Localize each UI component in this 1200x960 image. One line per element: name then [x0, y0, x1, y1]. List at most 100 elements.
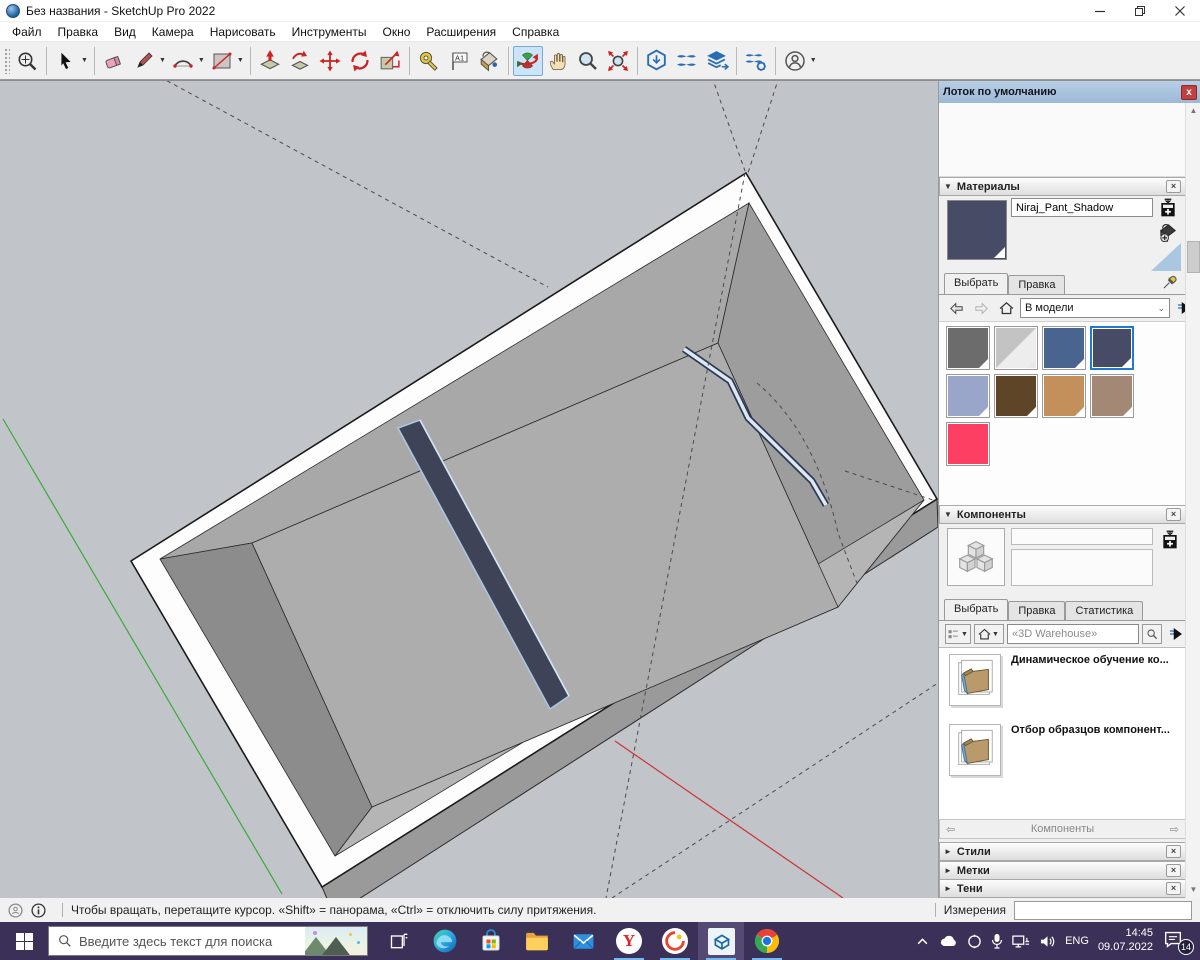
zoom-extents-tool-button[interactable]: [603, 46, 633, 76]
component-item-label[interactable]: Динамическое обучение ко...: [1011, 654, 1183, 706]
forward-arrow-icon[interactable]: [970, 298, 992, 318]
scroll-up-icon[interactable]: ▲: [1186, 103, 1200, 119]
paint-bucket-tool-button[interactable]: [474, 46, 504, 76]
material-swatch[interactable]: [1042, 374, 1086, 418]
collapse-arrow-icon[interactable]: ▼: [944, 182, 952, 191]
shadows-section-header[interactable]: ► Тени ×: [939, 879, 1186, 898]
clock[interactable]: 14:45 09.07.2022: [1098, 927, 1153, 955]
styles-close-icon[interactable]: ×: [1166, 845, 1181, 858]
menu-help[interactable]: Справка: [504, 23, 567, 41]
extension-manager-button[interactable]: [741, 46, 771, 76]
arc-dropdown-arrow[interactable]: ▼: [198, 57, 205, 64]
list-item[interactable]: Динамическое обучение ко...: [949, 654, 1183, 706]
materials-tab-select[interactable]: Выбрать: [944, 273, 1008, 294]
menu-edit[interactable]: Правка: [50, 23, 107, 41]
list-item[interactable]: Отбор образцов компонент...: [949, 724, 1183, 776]
line-tool-button[interactable]: [129, 46, 159, 76]
tags-close-icon[interactable]: ×: [1166, 864, 1181, 877]
taskbar-yandex-browser-icon[interactable]: Y: [606, 922, 652, 960]
view-options-icon[interactable]: ▼: [945, 624, 971, 644]
material-swatch[interactable]: [994, 374, 1038, 418]
material-preview-swatch[interactable]: [947, 200, 1007, 260]
pan-tool-button[interactable]: [543, 46, 573, 76]
menu-draw[interactable]: Нарисовать: [202, 23, 284, 41]
sample-paint-eyedropper-icon[interactable]: [1161, 271, 1181, 291]
details-arrow-icon[interactable]: [1165, 624, 1187, 644]
info-icon[interactable]: [31, 903, 46, 918]
line-dropdown-arrow[interactable]: ▼: [159, 57, 166, 64]
3d-warehouse-button[interactable]: [642, 46, 672, 76]
styles-section-header[interactable]: ► Стили ×: [939, 842, 1186, 861]
microphone-icon[interactable]: [991, 933, 1003, 949]
material-name-input[interactable]: [1011, 198, 1153, 217]
expand-arrow-icon[interactable]: ►: [944, 847, 952, 856]
search-icon[interactable]: [1142, 624, 1162, 644]
scroll-down-icon[interactable]: ▼: [1186, 882, 1200, 898]
components-tab-edit[interactable]: Правка: [1008, 601, 1065, 620]
back-material-swatch[interactable]: [1151, 243, 1181, 271]
materials-close-icon[interactable]: ×: [1166, 180, 1181, 193]
pager-right-icon[interactable]: ⇨: [1170, 823, 1179, 836]
menu-extensions[interactable]: Расширения: [418, 23, 504, 41]
components-section-header[interactable]: ▼ Компоненты ×: [939, 505, 1186, 524]
components-tab-select[interactable]: Выбрать: [944, 599, 1008, 620]
tape-measure-tool-button[interactable]: [414, 46, 444, 76]
component-name-field[interactable]: [1011, 528, 1153, 545]
taskbar-search-box[interactable]: Введите здесь текст для поиска: [48, 926, 368, 956]
expand-arrow-icon[interactable]: ►: [944, 884, 952, 893]
menu-tools[interactable]: Инструменты: [284, 23, 375, 41]
share-model-button[interactable]: [672, 46, 702, 76]
rotate-tool-button[interactable]: [345, 46, 375, 76]
material-swatch[interactable]: [946, 326, 990, 370]
menu-window[interactable]: Окно: [374, 23, 418, 41]
volume-icon[interactable]: [1039, 934, 1056, 949]
account-dropdown-arrow[interactable]: ▼: [810, 57, 817, 64]
start-button[interactable]: [0, 922, 48, 960]
menu-view[interactable]: Вид: [106, 23, 144, 41]
zoom-tool-button[interactable]: [573, 46, 603, 76]
taskbar-edge-icon[interactable]: [422, 922, 468, 960]
set-paint-material-button[interactable]: [1157, 221, 1180, 244]
follow-me-tool-button[interactable]: [285, 46, 315, 76]
network-icon[interactable]: [1012, 934, 1030, 949]
material-swatch[interactable]: [1090, 374, 1134, 418]
material-swatch[interactable]: [994, 326, 1038, 370]
eraser-tool-button[interactable]: [99, 46, 129, 76]
select-dropdown-arrow[interactable]: ▼: [81, 57, 88, 64]
taskbar-mail-icon[interactable]: [560, 922, 606, 960]
folder-icon[interactable]: [949, 654, 1001, 706]
geolocation-icon[interactable]: [8, 903, 23, 918]
tray-close-icon[interactable]: x: [1181, 85, 1197, 100]
component-add-button[interactable]: [1160, 529, 1180, 551]
components-tab-stats[interactable]: Статистика: [1065, 601, 1143, 620]
taskbar-sketchup-icon[interactable]: [698, 922, 744, 960]
close-button[interactable]: [1160, 0, 1200, 21]
action-center-button[interactable]: 14: [1162, 928, 1192, 954]
onedrive-cloud-icon[interactable]: [938, 934, 958, 948]
minimize-button[interactable]: [1080, 0, 1120, 21]
expand-arrow-icon[interactable]: ►: [944, 866, 952, 875]
material-swatch[interactable]: [1042, 326, 1086, 370]
tags-section-header[interactable]: ► Метки ×: [939, 861, 1186, 880]
component-description-field[interactable]: [1011, 549, 1153, 586]
tray-app-icon[interactable]: [967, 934, 982, 949]
material-swatch[interactable]: [946, 374, 990, 418]
toolbar-grip[interactable]: [4, 48, 10, 74]
account-button[interactable]: [780, 46, 810, 76]
model-viewport[interactable]: [0, 81, 938, 898]
shadows-close-icon[interactable]: ×: [1166, 882, 1181, 895]
restore-button[interactable]: [1120, 0, 1160, 21]
menu-camera[interactable]: Камера: [144, 23, 202, 41]
back-arrow-icon[interactable]: [945, 298, 967, 318]
share-component-button[interactable]: [702, 46, 732, 76]
component-preview[interactable]: [947, 528, 1005, 586]
orbit-tool-button[interactable]: [513, 46, 543, 76]
create-material-button[interactable]: [1158, 197, 1178, 219]
arc-tool-button[interactable]: [168, 46, 198, 76]
taskbar-yandex-music-icon[interactable]: [652, 922, 698, 960]
search-highlights-art[interactable]: [305, 927, 367, 955]
measurements-input[interactable]: [1014, 901, 1192, 920]
home-icon[interactable]: [995, 298, 1017, 318]
rectangle-dropdown-arrow[interactable]: ▼: [237, 57, 244, 64]
tray-title-bar[interactable]: Лоток по умолчанию x: [939, 81, 1200, 103]
